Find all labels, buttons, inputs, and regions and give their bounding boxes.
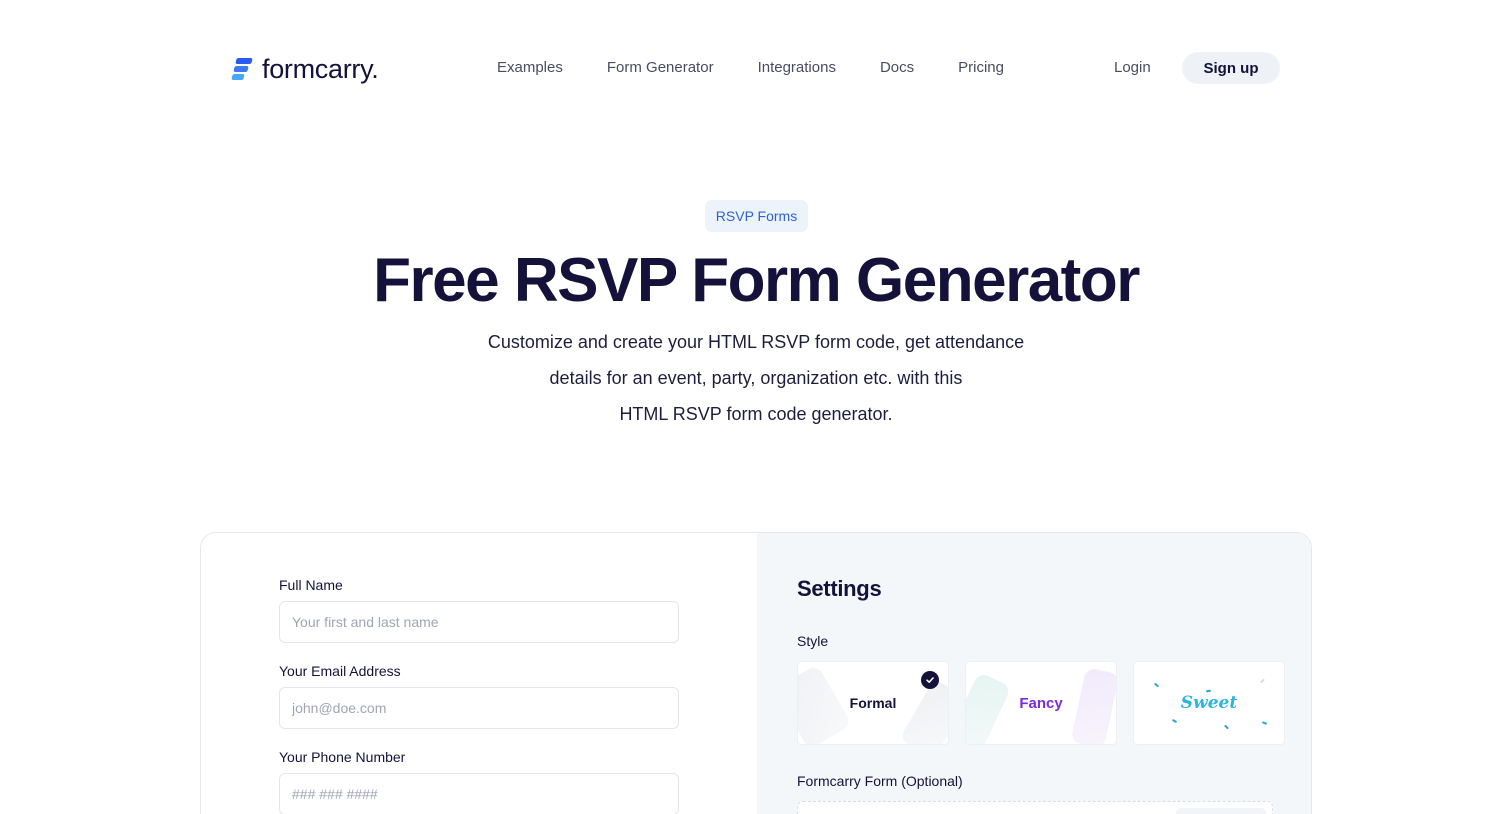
- decorative-shape: [966, 671, 1012, 744]
- nav-link-docs[interactable]: Docs: [880, 58, 914, 78]
- selected-check-icon: [921, 671, 939, 689]
- settings-panel: Settings Style Formal Fancy Sweet Formca…: [757, 533, 1311, 814]
- category-badge: RSVP Forms: [705, 200, 808, 232]
- email-label: Your Email Address: [279, 663, 401, 679]
- settings-title: Settings: [797, 576, 882, 601]
- confetti-decoration: [1171, 718, 1178, 724]
- nav-link-examples[interactable]: Examples: [497, 58, 563, 78]
- form-generator-card: Full Name Your Email Address Your Phone …: [200, 532, 1312, 814]
- nav-link-integrations[interactable]: Integrations: [758, 58, 836, 78]
- style-option-fancy[interactable]: Fancy: [965, 661, 1117, 745]
- subtitle-line: details for an event, party, organizatio…: [549, 368, 963, 388]
- confetti-decoration: [1205, 689, 1212, 693]
- confetti-decoration: [1224, 724, 1229, 730]
- style-option-formal[interactable]: Formal: [797, 661, 949, 745]
- subtitle-line: HTML RSVP form code generator.: [619, 404, 893, 424]
- formcarry-form-label: Formcarry Form (Optional): [797, 773, 963, 789]
- page-title: Free RSVP Form Generator: [373, 246, 1140, 315]
- full-name-input[interactable]: [279, 601, 679, 643]
- page-subtitle: Customize and create your HTML RSVP form…: [456, 324, 1056, 432]
- subtitle-line: Customize and create your HTML RSVP form…: [487, 332, 1025, 352]
- nav-link-form-generator[interactable]: Form Generator: [607, 58, 714, 78]
- email-input[interactable]: [279, 687, 679, 729]
- style-label: Style: [797, 633, 829, 649]
- main-menu: Examples Form Generator Integrations Doc…: [497, 58, 1048, 78]
- nav-link-pricing[interactable]: Pricing: [958, 58, 1004, 78]
- logo-text: formcarry.: [262, 53, 379, 84]
- signup-button[interactable]: Sign up: [1182, 52, 1280, 84]
- style-option-label: Sweet: [1180, 693, 1238, 713]
- login-link[interactable]: Login: [1114, 58, 1151, 78]
- decorative-shape: [899, 678, 948, 744]
- style-option-label: Formal: [849, 695, 897, 711]
- full-name-label: Full Name: [279, 577, 343, 593]
- phone-label: Your Phone Number: [279, 749, 406, 765]
- confetti-decoration: [1261, 721, 1268, 725]
- confetti-decoration: [1153, 682, 1160, 688]
- top-navigation: formcarry. Examples Form Generator Integ…: [0, 0, 1512, 136]
- formcarry-form-input[interactable]: [797, 801, 1273, 814]
- formcarry-form-button[interactable]: [1176, 808, 1266, 814]
- style-option-label: Fancy: [1019, 694, 1063, 712]
- confetti-decoration: [1260, 678, 1265, 684]
- formcarry-logo-icon: [231, 57, 253, 81]
- style-option-sweet[interactable]: Sweet: [1133, 661, 1285, 745]
- phone-input[interactable]: [279, 773, 679, 814]
- decorative-shape: [798, 664, 853, 744]
- formcarry-logo[interactable]: formcarry.: [231, 54, 379, 84]
- decorative-shape: [1070, 667, 1116, 744]
